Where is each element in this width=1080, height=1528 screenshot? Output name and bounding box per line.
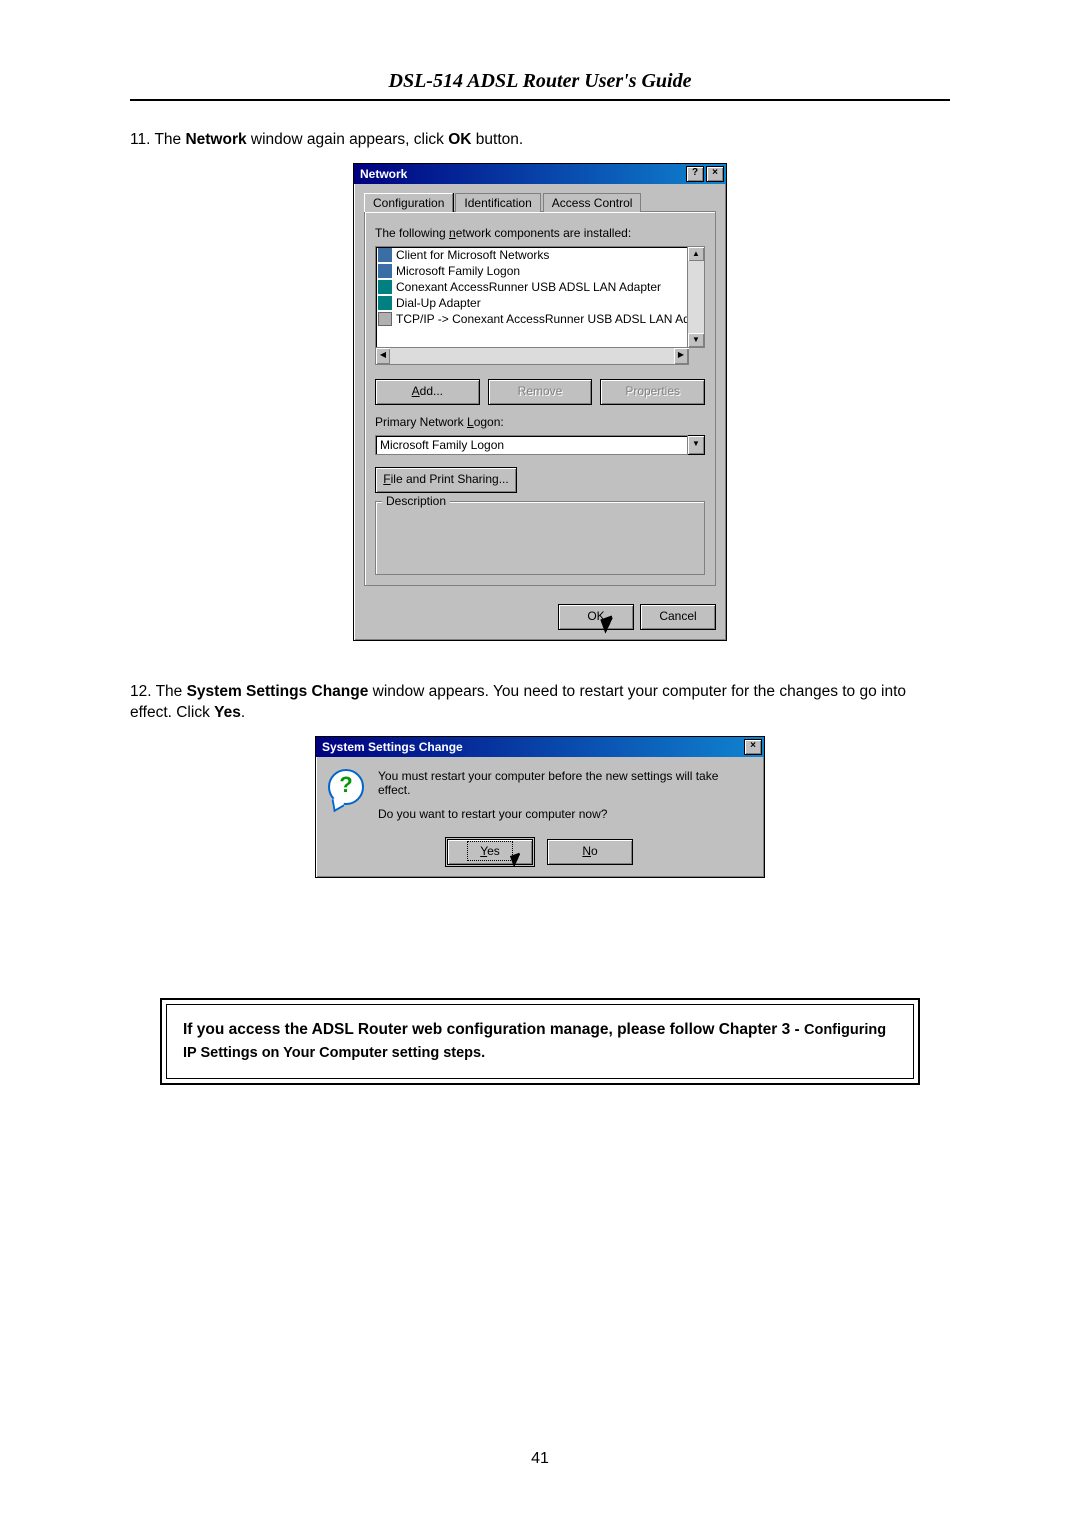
scroll-right-button[interactable]: ▶ (674, 348, 688, 364)
step-12-text: 12. The System Settings Change window ap… (130, 681, 950, 724)
list-item-label: TCP/IP -> Conexant AccessRunner USB ADSL… (396, 312, 688, 326)
list-item-label: Dial-Up Adapter (396, 296, 481, 310)
step-11-number: 11. (130, 131, 154, 148)
t: F (383, 472, 390, 486)
primary-logon-label: Primary Network Logon: (375, 415, 705, 429)
cancel-button[interactable]: Cancel (640, 604, 716, 630)
close-button[interactable]: × (744, 739, 762, 755)
ok-button[interactable]: OK (558, 604, 634, 630)
message-line-2: Do you want to restart your computer now… (378, 807, 752, 821)
list-item-label: Client for Microsoft Networks (396, 248, 549, 262)
system-settings-change-dialog: System Settings Change × ? You must rest… (315, 736, 765, 878)
question-icon: ? (328, 769, 364, 805)
description-label: Description (382, 494, 450, 508)
combo-dropdown-button[interactable]: ▼ (688, 435, 705, 455)
installed-components-label: The following network components are ins… (375, 226, 705, 240)
file-print-sharing-button[interactable]: File and Print Sharing... (375, 467, 517, 493)
t: Primary Network (375, 415, 467, 429)
client-icon (378, 248, 392, 262)
t: System Settings Change (187, 683, 369, 700)
t: ile and Print Sharing... (391, 472, 509, 486)
t: OK (448, 131, 471, 148)
page-number: 41 (0, 1450, 1080, 1468)
t: The (156, 683, 187, 700)
list-item-label: Microsoft Family Logon (396, 264, 520, 278)
primary-logon-value: Microsoft Family Logon (375, 435, 688, 455)
note-box: If you access the ADSL Router web config… (160, 998, 920, 1085)
titlebar[interactable]: System Settings Change × (316, 737, 764, 757)
t: ogon: (474, 415, 504, 429)
note-text-bold: If you access the ADSL Router web config… (183, 1021, 790, 1038)
list-item[interactable]: Conexant AccessRunner USB ADSL LAN Adapt… (376, 279, 687, 295)
scroll-track[interactable] (390, 348, 674, 364)
client-icon (378, 264, 392, 278)
t: etwork components are installed: (456, 226, 631, 240)
t: Yes (214, 704, 241, 721)
protocol-icon (378, 312, 392, 326)
t: - (790, 1021, 804, 1038)
tab-identification[interactable]: Identification (455, 193, 540, 212)
remove-button: Remove (488, 379, 593, 405)
t: n (449, 226, 456, 240)
tab-panel-configuration: The following network components are ins… (364, 211, 716, 586)
t: o (591, 844, 598, 858)
no-button[interactable]: No (547, 839, 633, 865)
description-groupbox: Description (375, 501, 705, 575)
t: The (154, 131, 185, 148)
list-item-label: Conexant AccessRunner USB ADSL LAN Adapt… (396, 280, 661, 294)
list-item[interactable]: Microsoft Family Logon (376, 263, 687, 279)
t: window again appears, click (247, 131, 449, 148)
adapter-icon (378, 280, 392, 294)
tab-configuration[interactable]: Configuration (364, 193, 453, 212)
list-item[interactable]: TCP/IP -> Conexant AccessRunner USB ADSL… (376, 311, 687, 327)
t: es (487, 844, 500, 858)
horizontal-scrollbar[interactable]: ◀ ▶ (375, 348, 689, 365)
yes-button[interactable]: Yes (447, 839, 533, 865)
tab-access-control[interactable]: Access Control (543, 193, 642, 212)
adapter-icon (378, 296, 392, 310)
components-listbox[interactable]: Client for Microsoft Networks Microsoft … (375, 246, 688, 348)
t: N (582, 844, 591, 858)
window-title: System Settings Change (322, 740, 463, 754)
header-rule (130, 99, 950, 101)
close-button[interactable]: × (706, 166, 724, 182)
step-11-text: 11. The Network window again appears, cl… (130, 129, 950, 151)
list-item[interactable]: Client for Microsoft Networks (376, 247, 687, 263)
step-12-number: 12. (130, 683, 156, 700)
tab-strip: Configuration Identification Access Cont… (364, 192, 716, 211)
help-button[interactable]: ? (686, 166, 704, 182)
list-item[interactable]: Dial-Up Adapter (376, 295, 687, 311)
scroll-up-button[interactable]: ▲ (688, 247, 704, 261)
message-text: You must restart your computer before th… (378, 769, 752, 831)
t: . (241, 704, 245, 721)
scroll-track[interactable] (688, 261, 704, 333)
t: The following (375, 226, 449, 240)
properties-button: Properties (600, 379, 705, 405)
network-dialog: Network ? × Configuration Identification… (353, 163, 727, 641)
add-button[interactable]: Add... (375, 379, 480, 405)
window-title: Network (360, 167, 407, 181)
primary-logon-combo[interactable]: Microsoft Family Logon ▼ (375, 435, 705, 455)
scroll-left-button[interactable]: ◀ (376, 348, 390, 364)
t: A (412, 384, 420, 398)
vertical-scrollbar[interactable]: ▲ ▼ (688, 246, 705, 348)
t: dd... (420, 384, 443, 398)
t: L (467, 415, 474, 429)
page-header-title: DSL-514 ADSL Router User's Guide (130, 70, 950, 99)
t: Network (185, 131, 246, 148)
titlebar[interactable]: Network ? × (354, 164, 726, 184)
t: button. (471, 131, 523, 148)
scroll-down-button[interactable]: ▼ (688, 333, 704, 347)
message-line-1: You must restart your computer before th… (378, 769, 752, 797)
